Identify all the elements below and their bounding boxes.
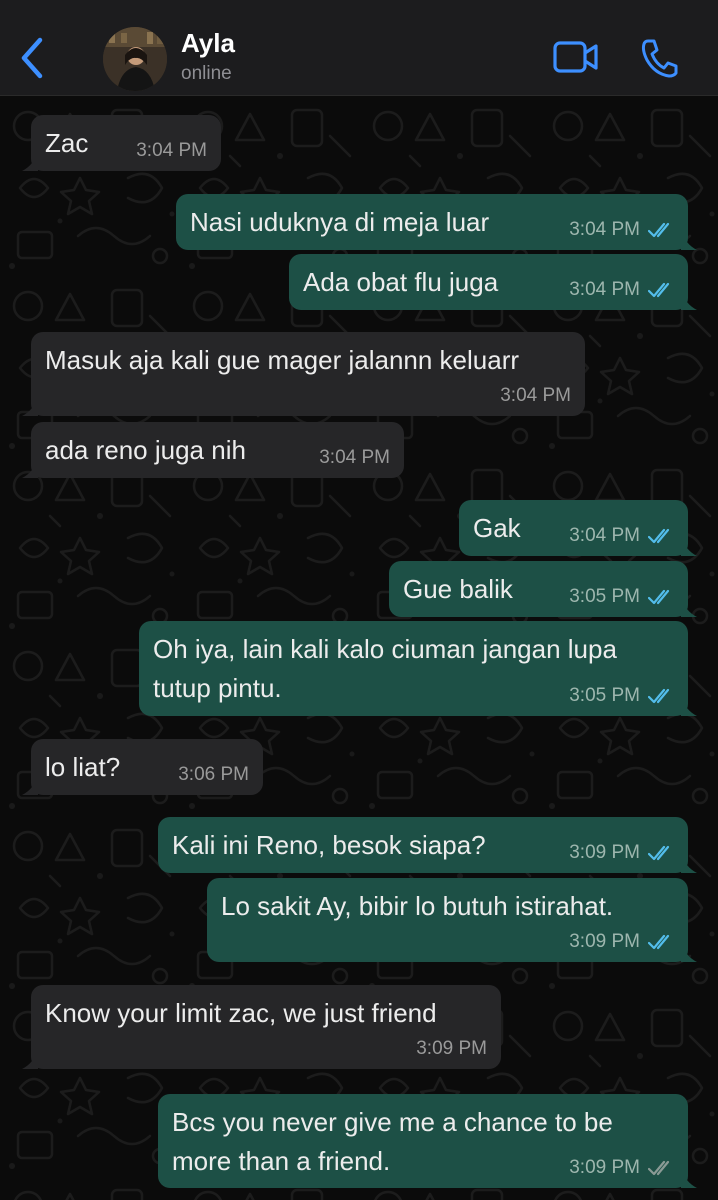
back-button[interactable] xyxy=(18,36,48,80)
message-meta: 3:05 PM xyxy=(569,686,674,706)
delivered-receipt-icon xyxy=(648,1160,670,1176)
message-meta: 3:04 PM xyxy=(569,220,674,240)
message-time: 3:05 PM xyxy=(569,685,640,706)
message-time: 3:09 PM xyxy=(569,931,640,952)
incoming-message[interactable]: Zac 3:04 PM xyxy=(22,115,221,171)
read-receipt-icon xyxy=(648,528,670,544)
message-time: 3:06 PM xyxy=(178,764,249,785)
message-time: 3:04 PM xyxy=(136,140,207,161)
bubble-tail xyxy=(681,853,697,873)
outgoing-message[interactable]: Ada obat flu juga 3:04 PM xyxy=(289,254,697,310)
contact-name[interactable]: Ayla xyxy=(181,28,235,59)
chat-header: Ayla online xyxy=(0,0,718,96)
outgoing-message[interactable]: Gue balik 3:05 PM xyxy=(389,561,697,617)
chevron-left-icon xyxy=(21,37,43,79)
outgoing-message[interactable]: Kali ini Reno, besok siapa? 3:09 PM xyxy=(158,817,697,873)
bubble-tail xyxy=(681,230,697,250)
message-time: 3:04 PM xyxy=(319,447,390,468)
bubble-tail xyxy=(681,942,697,962)
incoming-message[interactable]: ada reno juga nih 3:04 PM xyxy=(22,422,404,478)
message-meta: 3:04 PM xyxy=(500,386,571,406)
message-meta: 3:09 PM xyxy=(569,1158,674,1178)
message-meta: 3:09 PM xyxy=(569,843,674,863)
message-meta: 3:04 PM xyxy=(569,526,674,546)
bubble-tail xyxy=(681,536,697,556)
outgoing-message[interactable]: Gak 3:04 PM xyxy=(459,500,697,556)
read-receipt-icon xyxy=(648,282,670,298)
phone-icon xyxy=(641,39,678,78)
message-meta: 3:04 PM xyxy=(136,141,207,161)
read-receipt-icon xyxy=(648,222,670,238)
avatar-image xyxy=(103,27,167,91)
bubble-tail xyxy=(681,696,697,716)
message-text: Lo sakit Ay, bibir lo butuh istirahat. xyxy=(221,891,614,921)
message-meta: 3:04 PM xyxy=(319,448,390,468)
message-text: Masuk aja kali gue mager jalannn keluarr xyxy=(45,345,520,375)
message-meta: 3:05 PM xyxy=(569,587,674,607)
outgoing-message[interactable]: Bcs you never give me a chance to be mor… xyxy=(158,1094,697,1188)
message-time: 3:09 PM xyxy=(416,1038,487,1059)
message-time: 3:09 PM xyxy=(569,842,640,863)
message-time: 3:04 PM xyxy=(500,385,571,406)
bubble-tail xyxy=(681,1168,697,1188)
bubble-tail xyxy=(22,1049,38,1069)
voice-call-button[interactable] xyxy=(640,38,678,78)
read-receipt-icon xyxy=(648,934,670,950)
message-text: Know your limit zac, we just friend xyxy=(45,998,437,1028)
incoming-message[interactable]: lo liat? 3:06 PM xyxy=(22,739,263,795)
outgoing-message[interactable]: Nasi uduknya di meja luar 3:04 PM xyxy=(176,194,697,250)
outgoing-message[interactable]: Lo sakit Ay, bibir lo butuh istirahat. 3:… xyxy=(207,878,697,962)
video-call-icon xyxy=(553,41,598,73)
read-receipt-icon xyxy=(648,589,670,605)
message-meta: 3:04 PM xyxy=(569,280,674,300)
message-time: 3:05 PM xyxy=(569,586,640,607)
video-call-button[interactable] xyxy=(552,40,600,74)
message-meta: 3:06 PM xyxy=(178,765,249,785)
read-receipt-icon xyxy=(648,845,670,861)
incoming-message[interactable]: Masuk aja kali gue mager jalannn keluarr… xyxy=(22,332,585,416)
read-receipt-icon xyxy=(648,688,670,704)
bubble-tail xyxy=(22,151,38,171)
message-time: 3:09 PM xyxy=(569,1157,640,1178)
message-meta: 3:09 PM xyxy=(416,1039,487,1059)
incoming-message[interactable]: Know your limit zac, we just friend 3:09 … xyxy=(22,985,501,1069)
bubble-tail xyxy=(681,597,697,617)
bubble-tail xyxy=(22,396,38,416)
contact-status: online xyxy=(181,63,232,84)
bubble-tail xyxy=(22,458,38,478)
bubble-tail xyxy=(22,775,38,795)
message-time: 3:04 PM xyxy=(569,279,640,300)
bubble-tail xyxy=(681,290,697,310)
avatar[interactable] xyxy=(103,27,167,91)
message-meta: 3:09 PM xyxy=(569,932,674,952)
chat-area[interactable]: Zac 3:04 PM Nasi uduknya di meja luar 3:04 … xyxy=(0,96,718,1200)
message-time: 3:04 PM xyxy=(569,219,640,240)
outgoing-message[interactable]: Oh iya, lain kali kalo ciuman jangan lup… xyxy=(139,621,697,716)
message-time: 3:04 PM xyxy=(569,525,640,546)
